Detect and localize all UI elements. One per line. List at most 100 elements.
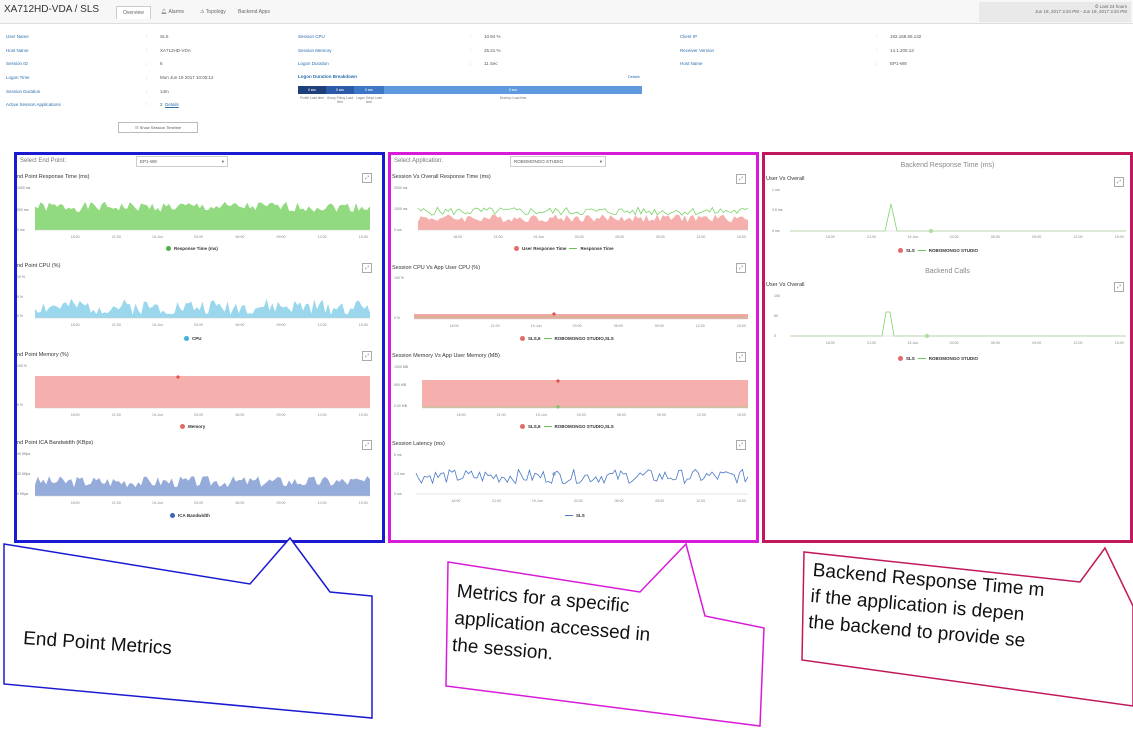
- response-time-area: [35, 201, 370, 230]
- end-point-select[interactable]: EP1-W8 ▾: [136, 156, 228, 167]
- x-axis-ticks: 18:00 21:00 19-Jun 03:00 06:00 09:00 12:00 15:0…: [451, 499, 746, 503]
- x-tick-label: 19-Jun: [531, 324, 542, 328]
- x-tick-label: 06:00: [235, 323, 244, 327]
- legend-label: Memory: [188, 424, 206, 429]
- expand-icon[interactable]: ⤢: [362, 351, 372, 361]
- x-tick-label: 19-Jun: [152, 413, 163, 417]
- caret-down-icon: ▾: [599, 159, 602, 164]
- cpu-chart: 18:00 21:00 19-Jun 03:00 06:00 09:00 12:00 15:0…: [35, 298, 370, 327]
- x-tick-label: 18:00: [71, 323, 80, 327]
- x-tick-label: 18:00: [453, 235, 462, 239]
- tab-backend-apps[interactable]: Backend Apps: [232, 6, 276, 18]
- x-tick-label: 03:00: [575, 235, 584, 239]
- backend-response-chart: 18:00 21:00 19-Jun 03:00 06:00 09:00 12:00 15:0…: [790, 203, 1126, 239]
- expand-icon[interactable]: ⤢: [362, 263, 372, 273]
- y-tick: 1000 ms: [394, 207, 408, 211]
- x-tick-label: 09:00: [276, 501, 285, 505]
- chart-title: nd Point Memory (%): [17, 352, 69, 358]
- logon-time-label: Logon Time: [6, 75, 30, 80]
- legend-label: ROBOMONGO STUDIO: [928, 356, 979, 361]
- x-tick-label: 12:00: [318, 501, 327, 505]
- y-tick: 0 ms: [394, 228, 402, 232]
- expand-icon[interactable]: ⤢: [1114, 282, 1124, 292]
- chart-title: nd Point ICA Bandwidth (KBps): [17, 440, 94, 446]
- bandwidth-chart: 18:00 21:00 19-Jun 03:00 06:00 09:00 12:00 15:0…: [35, 476, 370, 505]
- expand-icon[interactable]: ⤢: [736, 263, 746, 273]
- show-session-timeline-button[interactable]: ☷ Show Session Timeline: [118, 122, 198, 133]
- tab-overview[interactable]: Overview: [116, 6, 151, 19]
- latency-marker: [552, 472, 556, 476]
- separator: :: [470, 61, 472, 66]
- x-tick-label: 03:00: [194, 323, 203, 327]
- expand-icon[interactable]: ⤢: [736, 352, 746, 362]
- separator: :: [876, 61, 878, 66]
- expand-icon[interactable]: ⤢: [1114, 177, 1124, 187]
- separator: :: [146, 102, 148, 107]
- tab-alarms[interactable]: 🔔︎ Alarms: [155, 6, 190, 18]
- x-tick-label: 18:00: [71, 501, 80, 505]
- chart-legend: Memory: [180, 424, 206, 430]
- active-apps-details-link[interactable]: Details: [165, 102, 179, 107]
- select-end-point-label: Select End Point:: [20, 158, 67, 164]
- legend-dot-icon: [520, 336, 525, 342]
- chart-legend: Response Time (ms): [166, 246, 218, 252]
- y-tick: 2000 ms: [394, 186, 408, 190]
- x-tick-label: 12:00: [696, 235, 705, 239]
- tab-topology[interactable]: ⚠︎ Topology: [194, 6, 232, 18]
- x-tick-label: 12:00: [318, 235, 327, 239]
- y-tick: 10 %: [17, 275, 25, 279]
- session-memory-value: 25.21 %: [484, 48, 501, 53]
- x-tick-label: 09:00: [276, 413, 285, 417]
- backend-response-line: [790, 203, 1126, 232]
- x-axis-ticks: 18:00 21:00 19-Jun 03:00 06:00 09:00 12:00 15:0…: [71, 235, 368, 239]
- application-select[interactable]: ROBOMONGO STUDIO ▾: [510, 156, 606, 167]
- y-tick: 500 ms: [17, 208, 29, 212]
- separator: :: [470, 48, 472, 53]
- x-tick-label: 21:00: [112, 323, 121, 327]
- legend-line-icon: [569, 248, 578, 250]
- latency-line: [415, 468, 749, 485]
- x-tick-label: 03:00: [194, 235, 203, 239]
- session-memory-label: Session Memory: [298, 48, 332, 53]
- y-tick: 0 %: [394, 316, 401, 320]
- y-tick: 1 ms: [772, 188, 780, 192]
- x-tick-label: 06:00: [991, 235, 1000, 239]
- breakdown-details-link[interactable]: Details: [628, 75, 640, 79]
- y-tick: 0 ms: [394, 492, 402, 496]
- x-tick-label: 03:00: [577, 413, 586, 417]
- x-tick-label: 19-Jun: [533, 235, 544, 239]
- chart-legend: CPU: [184, 336, 202, 342]
- session-id-value: 6: [160, 61, 163, 66]
- response-time-chart: 18:00 21:00 19-Jun 03:00 06:00 09:00 12:00 15:0…: [35, 201, 370, 239]
- memory-chart: 18:00 21:00 19-Jun 03:00 06:00 09:00 12:00 15:0…: [35, 375, 370, 417]
- bd-logon-script-label: Logon Script Load time: [356, 96, 382, 104]
- expand-icon[interactable]: ⤢: [736, 174, 746, 184]
- expand-icon[interactable]: ⤢: [362, 173, 372, 183]
- time-range-picker[interactable]: ⏲︎ Last 24 hours Jun 18, 2017 3:34 PM - …: [979, 2, 1131, 22]
- receiver-version-label: Receiver Version: [680, 48, 715, 53]
- time-range-detail: Jun 18, 2017 3:34 PM - Jun 19, 2017 3:34…: [1034, 9, 1127, 14]
- x-tick-label: 06:00: [991, 341, 1000, 345]
- session-memory-area: [422, 380, 748, 408]
- expand-icon[interactable]: ⤢: [362, 440, 372, 450]
- chart-title: Session Vs Overall Response Time (ms): [392, 174, 491, 180]
- memory-area: [35, 376, 370, 408]
- chart-title: Session CPU Vs App User CPU (%): [392, 265, 481, 271]
- memory-marker: [556, 379, 560, 383]
- y-tick: 5 ms: [394, 453, 402, 457]
- backend-calls-line: [790, 311, 1126, 337]
- x-tick-label: 19-Jun: [152, 235, 163, 239]
- x-tick-label: 15:00: [737, 413, 746, 417]
- x-tick-label: 15:00: [359, 413, 368, 417]
- session-id-label: Session ID: [6, 61, 28, 66]
- x-tick-label: 15:00: [737, 324, 746, 328]
- chart-subtitle: User Vs Overall: [766, 176, 805, 182]
- cpu-marker: [552, 312, 556, 316]
- session-cpu-label: Session CPU: [298, 34, 325, 39]
- chart-title: Session Memory Vs App User Memory (MB): [392, 353, 500, 359]
- legend-line-icon: [565, 515, 573, 517]
- x-tick-label: 15:00: [359, 323, 368, 327]
- x-tick-label: 03:00: [194, 413, 203, 417]
- x-tick-label: 09:00: [276, 323, 285, 327]
- expand-icon[interactable]: ⤢: [736, 440, 746, 450]
